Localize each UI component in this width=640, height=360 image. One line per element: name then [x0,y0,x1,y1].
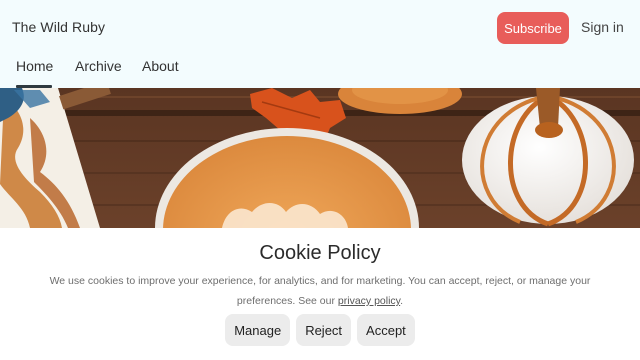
site-header: The Wild Ruby Subscribe Sign in Home Arc… [0,0,640,88]
nav-item-about[interactable]: About [142,58,179,74]
cookie-description-end: . [400,295,404,307]
reject-button[interactable]: Reject [296,314,352,346]
accept-button[interactable]: Accept [357,314,415,346]
sign-in-link[interactable]: Sign in [581,19,624,35]
hero-image [0,88,640,228]
cookie-description-text: We use cookies to improve your experienc… [49,275,591,307]
subscribe-button[interactable]: Subscribe [497,12,569,44]
main-nav: Home Archive About [0,48,640,88]
cookie-title: Cookie Policy [259,242,381,264]
privacy-policy-link[interactable]: privacy policy [338,295,400,307]
cookie-description: We use cookies to improve your experienc… [36,271,604,311]
nav-item-archive[interactable]: Archive [75,58,122,74]
cookie-banner: Cookie Policy We use cookies to improve … [0,228,640,360]
hero-illustration [0,88,640,228]
cookie-actions: Manage Reject Accept [0,314,640,346]
manage-button[interactable]: Manage [225,314,291,346]
nav-item-home[interactable]: Home [16,58,53,88]
site-title[interactable]: The Wild Ruby [12,19,105,35]
